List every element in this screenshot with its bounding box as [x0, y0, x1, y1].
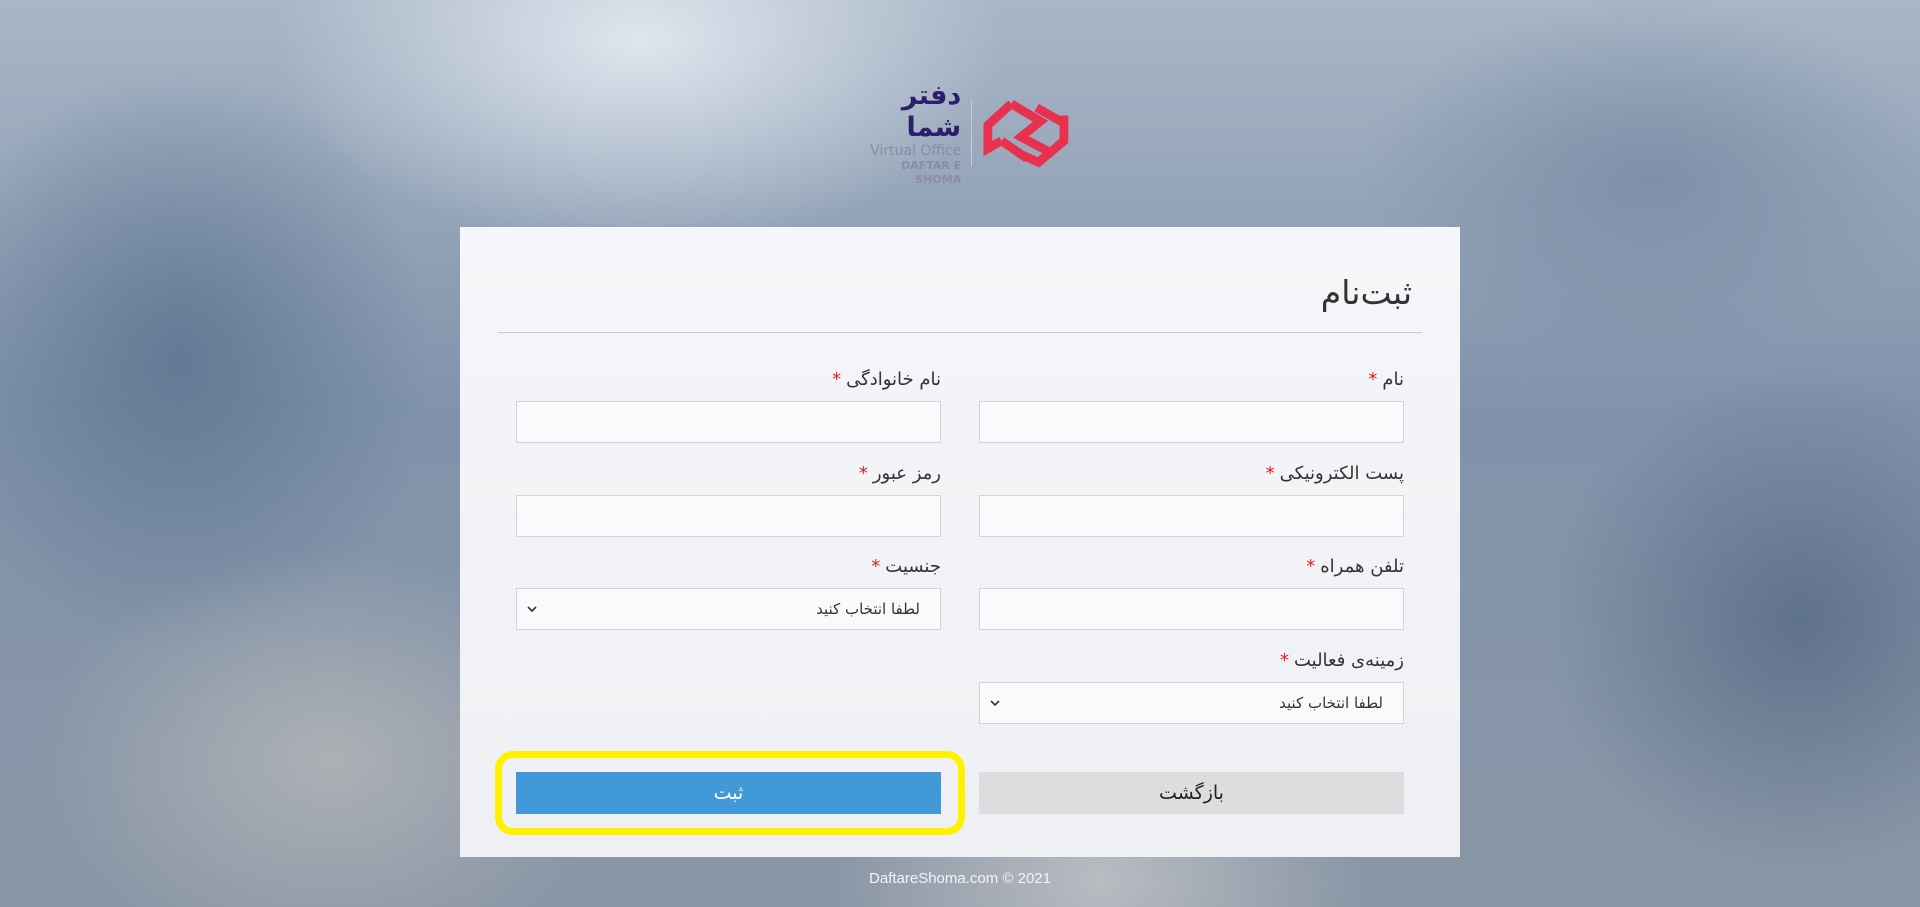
activity-select[interactable]: لطفا انتخاب کنید [979, 682, 1404, 724]
page-title: ثبت‌نام [1320, 273, 1412, 312]
logo-name-fa: دفتر شما [901, 79, 962, 143]
brand-logo: دفتر شما Virtual Office DAFTAR E SHOMA [852, 80, 1070, 186]
chevron-down-icon [990, 700, 1000, 707]
first-name-input[interactable] [979, 401, 1404, 443]
gender-label-text: جنسیت [885, 556, 941, 577]
last-name-input[interactable] [516, 401, 941, 443]
required-mark: * [1265, 463, 1275, 484]
mobile-input[interactable] [979, 588, 1404, 630]
title-divider [498, 332, 1422, 333]
activity-label: زمینه‌ی فعالیت* [979, 648, 1404, 674]
logo-name-en: DAFTAR E SHOMA [901, 158, 962, 186]
gender-select[interactable]: لطفا انتخاب کنید [516, 588, 941, 630]
email-label: پست الکترونیکی* [979, 461, 1404, 487]
gender-select-value: لطفا انتخاب کنید [816, 600, 920, 618]
back-button[interactable]: بازگشت [979, 772, 1404, 814]
first-name-label-text: نام [1382, 369, 1404, 390]
mobile-label: تلفن همراه* [979, 554, 1404, 580]
first-name-label: نام* [979, 367, 1404, 393]
activity-select-value: لطفا انتخاب کنید [1279, 694, 1383, 712]
activity-label-text: زمینه‌ی فعالیت [1293, 650, 1404, 671]
last-name-label-text: نام خانوادگی [846, 369, 941, 390]
required-mark: * [871, 556, 881, 577]
logo-divider [971, 100, 973, 166]
activity-group: زمینه‌ی فعالیت* لطفا انتخاب کنید [979, 648, 1404, 724]
submit-button[interactable]: ثبت [516, 772, 941, 814]
password-group: رمز عبور* [516, 461, 941, 537]
password-label-text: رمز عبور [872, 463, 941, 484]
required-mark: * [1306, 556, 1316, 577]
logo-tagline: Virtual Office [870, 142, 962, 159]
mobile-label-text: تلفن همراه [1320, 556, 1404, 577]
logo-mark-icon [983, 99, 1069, 168]
first-name-group: نام* [979, 367, 1404, 443]
gender-label: جنسیت* [516, 554, 941, 580]
footer-copyright: DaftareShoma.com © 2021 [869, 870, 1051, 887]
email-label-text: پست الکترونیکی [1279, 463, 1404, 484]
gender-group: جنسیت* لطفا انتخاب کنید [516, 554, 941, 630]
required-mark: * [1368, 369, 1378, 390]
password-input[interactable] [516, 495, 941, 537]
email-input[interactable] [979, 495, 1404, 537]
required-mark: * [832, 369, 842, 390]
password-label: رمز عبور* [516, 461, 941, 487]
last-name-label: نام خانوادگی* [516, 367, 941, 393]
mobile-group: تلفن همراه* [979, 554, 1404, 630]
required-mark: * [858, 463, 868, 484]
email-group: پست الکترونیکی* [979, 461, 1404, 537]
registration-card: ثبت‌نام نام* نام خانوادگی* پست الکترونیک… [460, 227, 1460, 857]
chevron-down-icon [527, 606, 537, 613]
required-mark: * [1279, 650, 1289, 671]
logo-text: دفتر شما Virtual Office DAFTAR E SHOMA [852, 80, 961, 187]
last-name-group: نام خانوادگی* [516, 367, 941, 443]
